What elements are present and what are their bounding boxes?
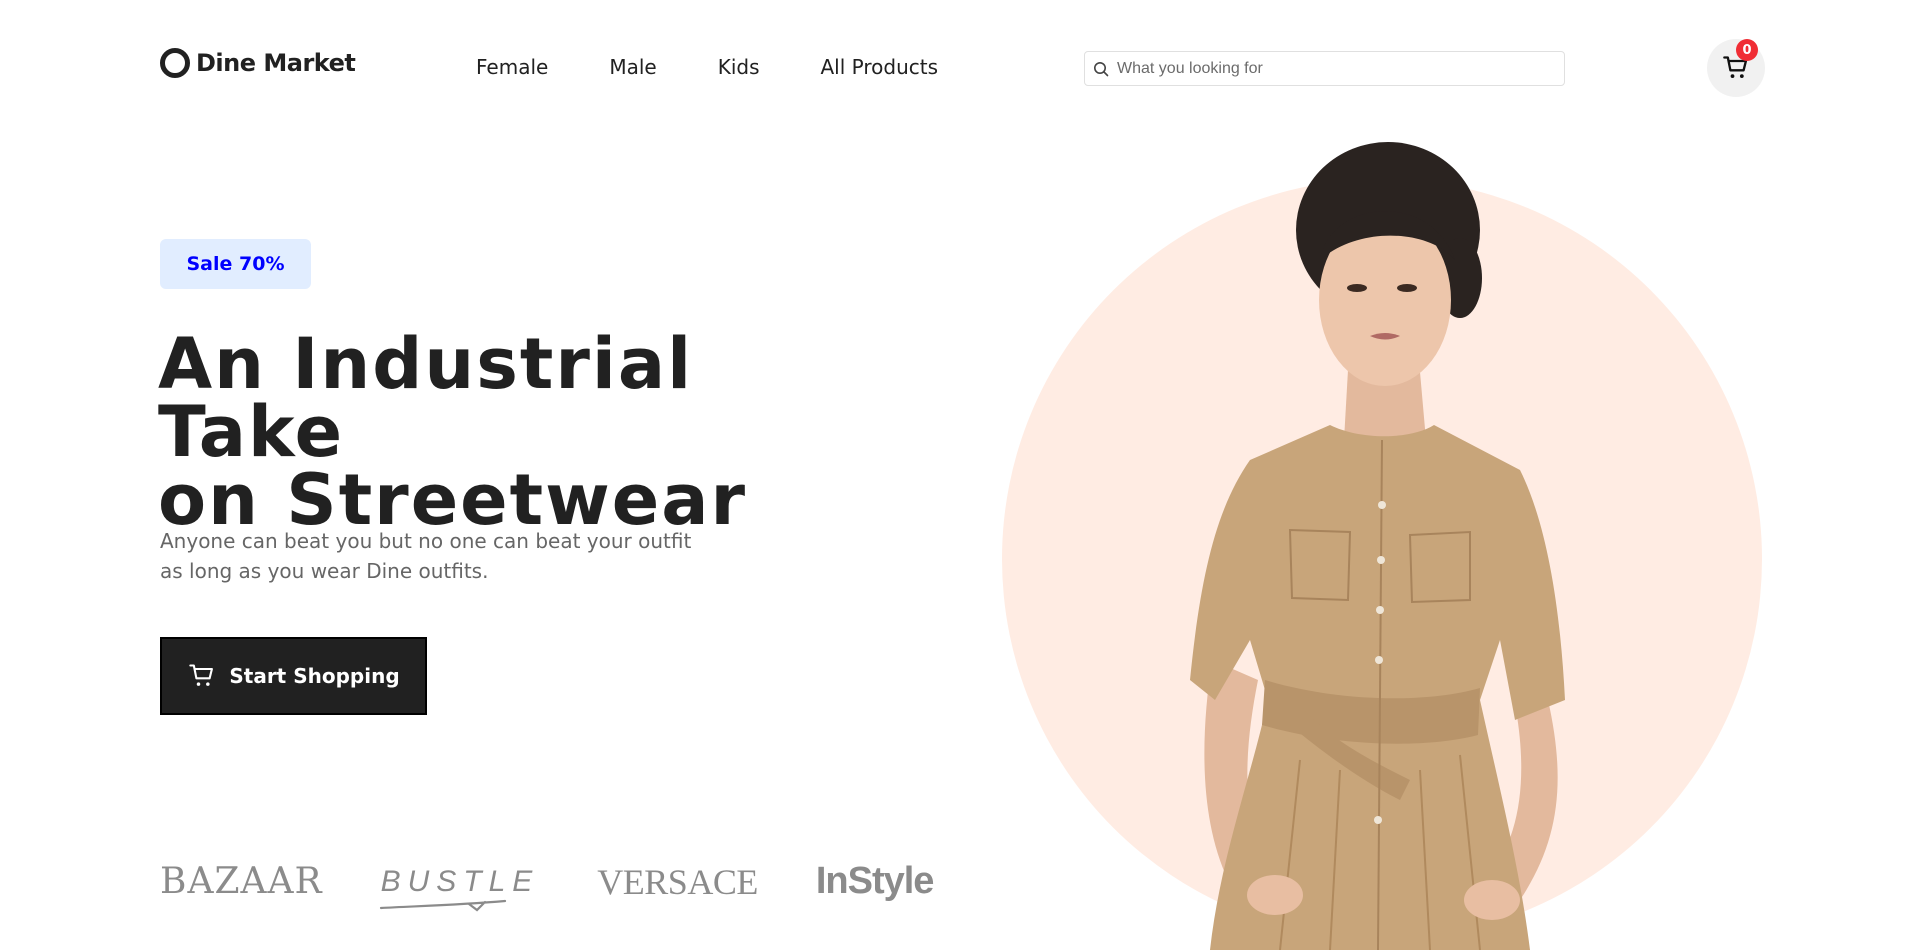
brand-logo-instyle: InStyle xyxy=(815,860,935,902)
nav-item-female[interactable]: Female xyxy=(476,55,548,79)
nav-item-kids[interactable]: Kids xyxy=(718,55,760,79)
logo[interactable]: Dine Market xyxy=(160,48,356,78)
hero-subtext: Anyone can beat you but no one can beat … xyxy=(160,526,720,586)
cart-button[interactable]: 0 xyxy=(1707,39,1765,97)
nav-item-male[interactable]: Male xyxy=(609,55,656,79)
sale-badge: Sale 70% xyxy=(160,239,311,289)
start-shopping-button[interactable]: Start Shopping xyxy=(160,637,427,715)
cart-icon xyxy=(189,664,214,686)
brand-logo-bazaar: BAZAAR xyxy=(160,861,323,902)
hero-image xyxy=(1002,142,1762,950)
bustle-underline-icon xyxy=(379,899,506,911)
main-nav: Female Male Kids All Products xyxy=(476,55,938,79)
logo-text: Dine Market xyxy=(196,49,356,77)
brand-logo-bustle-text: BUSTLE xyxy=(380,864,540,898)
hero-subtext-line-2: as long as you wear Dine outfits. xyxy=(160,559,489,583)
search-icon xyxy=(1094,61,1109,76)
start-shopping-label: Start Shopping xyxy=(229,664,400,688)
cart-count-badge: 0 xyxy=(1736,39,1758,61)
brand-logos: BAZAAR BUSTLE VERSACE InStyle xyxy=(160,860,935,911)
hero-headline-line-1: An Industrial Take xyxy=(158,323,694,473)
search-input[interactable] xyxy=(1117,59,1537,78)
logo-ring-icon xyxy=(160,48,190,78)
brand-logo-versace: VERSACE xyxy=(597,861,758,902)
nav-item-all-products[interactable]: All Products xyxy=(821,55,939,79)
hero-subtext-line-1: Anyone can beat you but no one can beat … xyxy=(160,529,692,553)
search-bar xyxy=(1084,51,1565,86)
hero-headline: An Industrial Take on Streetwear xyxy=(158,323,878,541)
brand-logo-bustle: BUSTLE xyxy=(379,864,540,911)
hero-headline-line-2: on Streetwear xyxy=(158,459,748,541)
